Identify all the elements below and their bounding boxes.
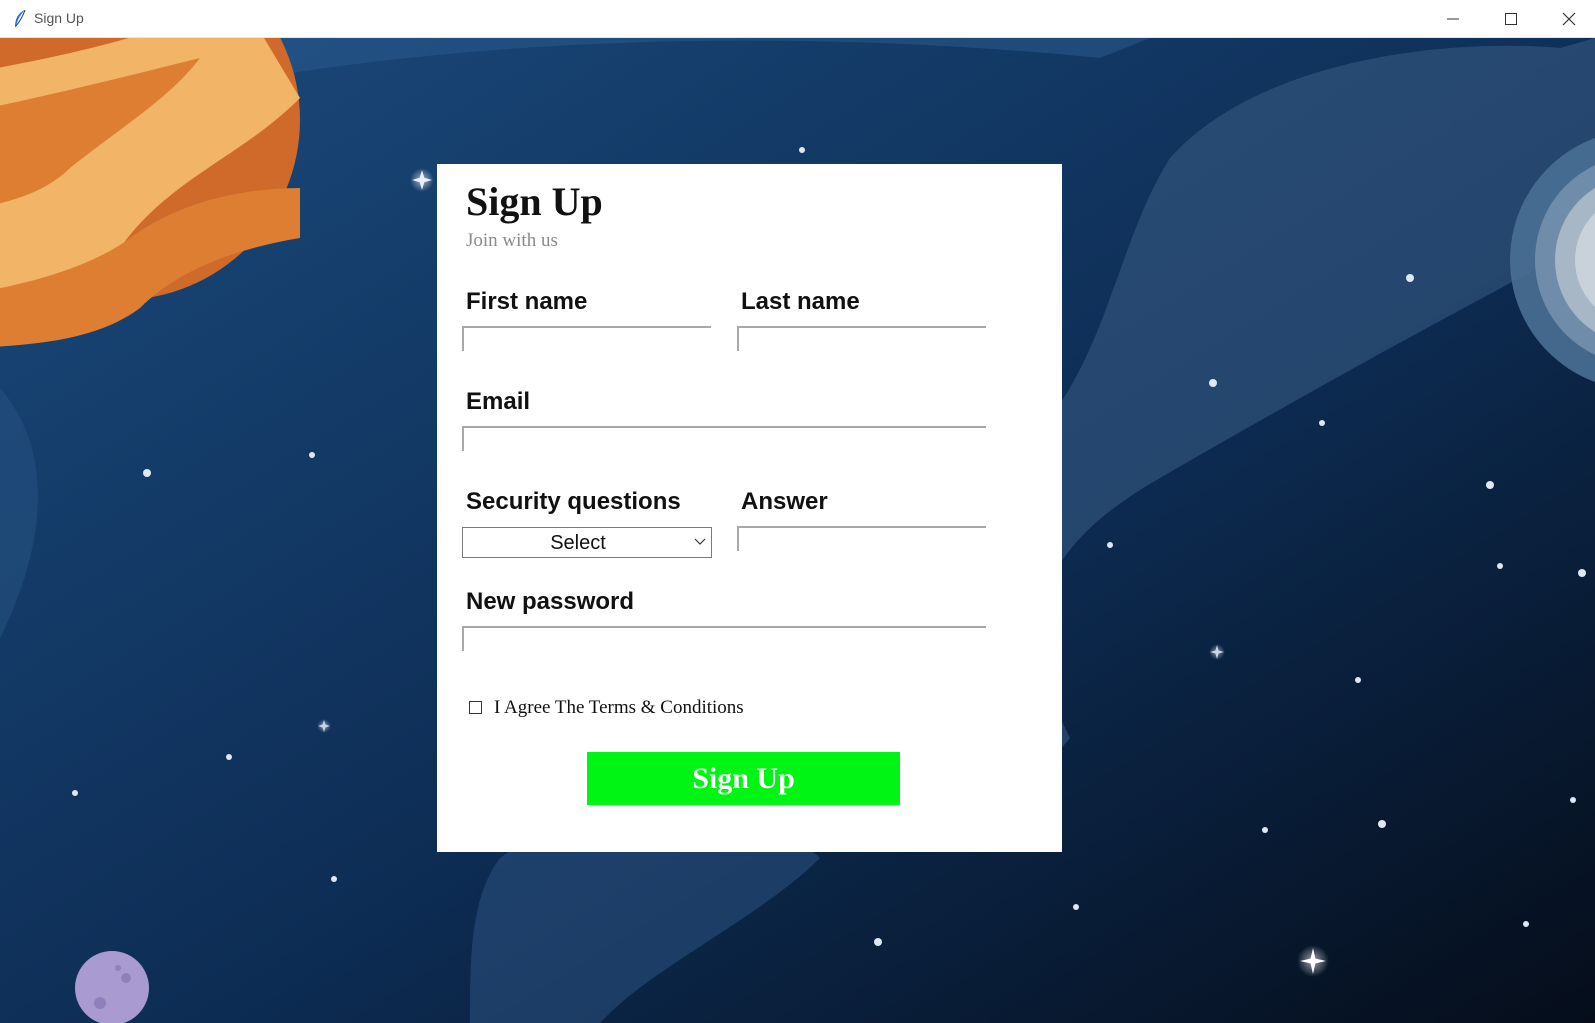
last-name-field[interactable] — [737, 326, 986, 351]
email-label: Email — [466, 388, 531, 415]
answer-input[interactable] — [739, 528, 986, 551]
close-button[interactable] — [1540, 0, 1595, 38]
answer-label: Answer — [741, 488, 828, 515]
new-password-input[interactable] — [464, 628, 986, 651]
security-questions-select[interactable]: Select — [462, 527, 712, 558]
window-title: Sign Up — [34, 10, 84, 26]
new-password-label: New password — [466, 588, 635, 615]
last-name-label: Last name — [741, 288, 860, 315]
security-questions-label: Security questions — [466, 488, 681, 515]
email-field[interactable] — [462, 426, 986, 451]
terms-label[interactable]: I Agree The Terms & Conditions — [494, 697, 744, 719]
first-name-field[interactable] — [462, 326, 711, 351]
feather-icon — [15, 9, 26, 27]
minimize-button[interactable] — [1424, 0, 1482, 38]
form-title: Sign Up — [466, 179, 603, 224]
terms-checkbox[interactable] — [469, 701, 482, 714]
app-window: Sign Up Sign Up Join with us First name … — [0, 0, 1595, 1023]
first-name-label: First name — [466, 288, 588, 315]
title-bar: Sign Up — [0, 0, 1595, 38]
purple-moon — [75, 951, 149, 1023]
first-name-input[interactable] — [464, 328, 711, 351]
new-password-field[interactable] — [462, 626, 986, 651]
answer-field[interactable] — [737, 526, 986, 551]
email-input[interactable] — [464, 428, 986, 451]
close-icon — [1562, 12, 1576, 26]
sign-up-button[interactable]: Sign Up — [587, 752, 900, 805]
minimize-icon — [1447, 18, 1459, 20]
form-subtitle: Join with us — [466, 230, 558, 251]
last-name-input[interactable] — [739, 328, 986, 351]
signup-form: Sign Up Join with us First name Last nam… — [437, 164, 1062, 852]
maximize-icon — [1505, 13, 1517, 25]
chevron-down-icon — [694, 538, 706, 545]
maximize-button[interactable] — [1482, 0, 1540, 38]
security-questions-value: Select — [550, 532, 606, 554]
